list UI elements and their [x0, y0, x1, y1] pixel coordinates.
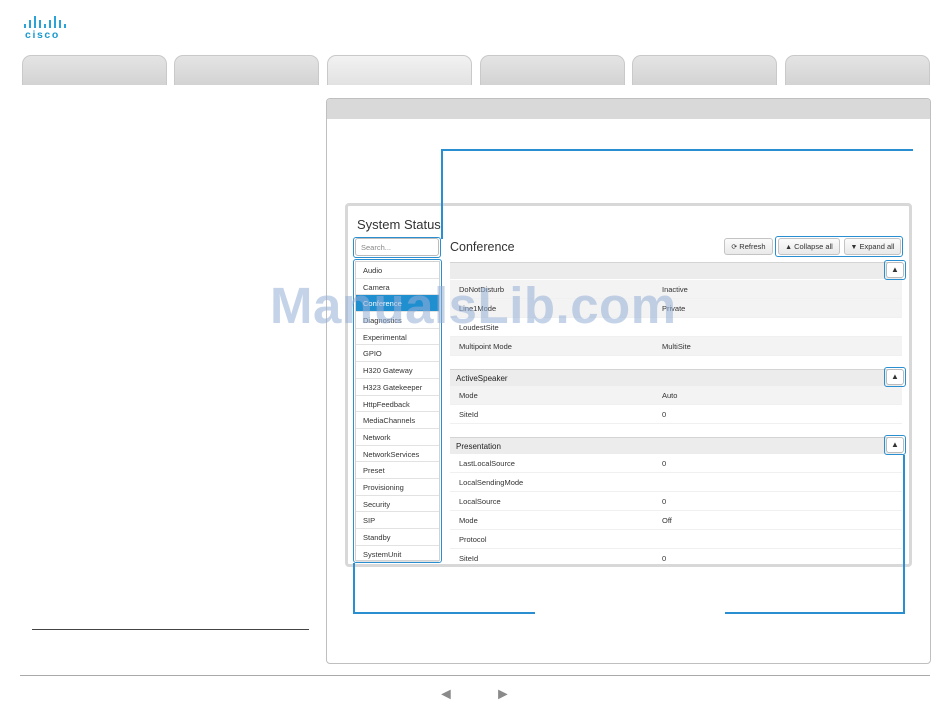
nav-item-mediachannels[interactable]: MediaChannels [356, 412, 439, 429]
top-tab-5[interactable] [632, 55, 777, 85]
table-row: Mode Off [450, 511, 902, 530]
group-header-activespeaker: ActiveSpeaker [450, 369, 902, 386]
nav-item-sip[interactable]: SIP [356, 512, 439, 529]
callout-line [353, 563, 355, 613]
watermark: ManualsLib.com [270, 277, 677, 334]
footer-divider [20, 675, 930, 676]
nav-item-network[interactable]: Network [356, 429, 439, 446]
prev-page-icon[interactable]: ◄ [438, 686, 454, 704]
row-key: Multipoint Mode [459, 342, 512, 351]
row-value: 0 [662, 554, 667, 563]
row-key: Protocol [459, 535, 487, 544]
top-tab-2[interactable] [174, 55, 319, 85]
nav-item-httpfeedback[interactable]: HttpFeedback [356, 396, 439, 413]
collapse-all-label: Collapse all [794, 242, 833, 251]
nav-item-standby[interactable]: Standby [356, 529, 439, 546]
nav-item-networkservices[interactable]: NetworkServices [356, 446, 439, 463]
toggle-group-conference[interactable]: ▲ [886, 262, 904, 278]
table-row: Multipoint Mode MultiSite [450, 337, 902, 356]
top-tab-1[interactable] [22, 55, 167, 85]
nav-item-security[interactable]: Security [356, 496, 439, 513]
refresh-button[interactable]: ⟳ Refresh [724, 238, 773, 255]
table-row: LocalSource 0 [450, 492, 902, 511]
toggle-group-activespeaker[interactable]: ▲ [886, 369, 904, 385]
row-value: 0 [662, 410, 667, 419]
next-page-icon[interactable]: ► [495, 686, 511, 704]
row-key: Mode [459, 516, 478, 525]
search-input[interactable]: Search... [355, 238, 439, 256]
left-panel-divider [32, 629, 309, 630]
row-value: 0 [662, 497, 667, 506]
row-key: LocalSource [459, 497, 501, 506]
callout-line [725, 612, 905, 614]
refresh-label: Refresh [739, 242, 766, 251]
row-key: LocalSendingMode [459, 478, 524, 487]
callout-line [903, 455, 905, 613]
expand-all-label: Expand all [859, 242, 895, 251]
chevron-up-icon: ▲ [891, 440, 899, 449]
refresh-icon: ⟳ [731, 244, 738, 251]
nav-item-h323-gatekeeper[interactable]: H323 Gatekeeper [356, 379, 439, 396]
row-value: MultiSite [662, 342, 691, 351]
cisco-bars-icon [24, 16, 70, 28]
cisco-logo: cisco [24, 16, 72, 42]
top-tab-6[interactable] [785, 55, 930, 85]
expand-all-button[interactable]: ▼ Expand all [844, 238, 901, 255]
row-key: LastLocalSource [459, 459, 515, 468]
callout-line [353, 612, 535, 614]
row-key: Mode [459, 391, 478, 400]
table-row: LastLocalSource 0 [450, 454, 902, 473]
row-key: SiteId [459, 410, 479, 419]
nav-item-provisioning[interactable]: Provisioning [356, 479, 439, 496]
row-value: 0 [662, 459, 667, 468]
chevron-up-icon: ▲ [891, 265, 899, 274]
table-row: LocalSendingMode [450, 473, 902, 492]
nav-item-gpio[interactable]: GPIO [356, 345, 439, 363]
nav-item-h320-gateway[interactable]: H320 Gateway [356, 362, 439, 379]
table-row: SiteId 0 [450, 405, 902, 424]
logo-wordmark: cisco [25, 29, 60, 41]
top-tab-4[interactable] [480, 55, 625, 85]
top-tab-3-active[interactable] [327, 55, 472, 85]
table-row: Protocol [450, 530, 902, 549]
callout-line [441, 149, 913, 151]
panel-title: System Status [357, 217, 441, 232]
chevron-up-icon: ▲ [785, 244, 793, 251]
row-key: SiteId [459, 554, 479, 563]
callout-line [441, 149, 443, 239]
nav-item-systemunit[interactable]: SystemUnit [356, 546, 439, 563]
table-row: Mode Auto [450, 386, 902, 405]
nav-item-preset[interactable]: Preset [356, 462, 439, 479]
chevron-up-icon: ▲ [891, 372, 899, 381]
row-value: Auto [662, 391, 678, 400]
table-row: SiteId 0 [450, 549, 902, 568]
toggle-group-presentation[interactable]: ▲ [886, 437, 904, 453]
collapse-all-button[interactable]: ▲ Collapse all [778, 238, 840, 255]
row-value: Off [662, 516, 672, 525]
chevron-down-icon: ▼ [850, 244, 858, 251]
content-frame-header [327, 99, 930, 119]
section-title: Conference [450, 240, 515, 254]
group-header-presentation: Presentation [450, 437, 902, 454]
